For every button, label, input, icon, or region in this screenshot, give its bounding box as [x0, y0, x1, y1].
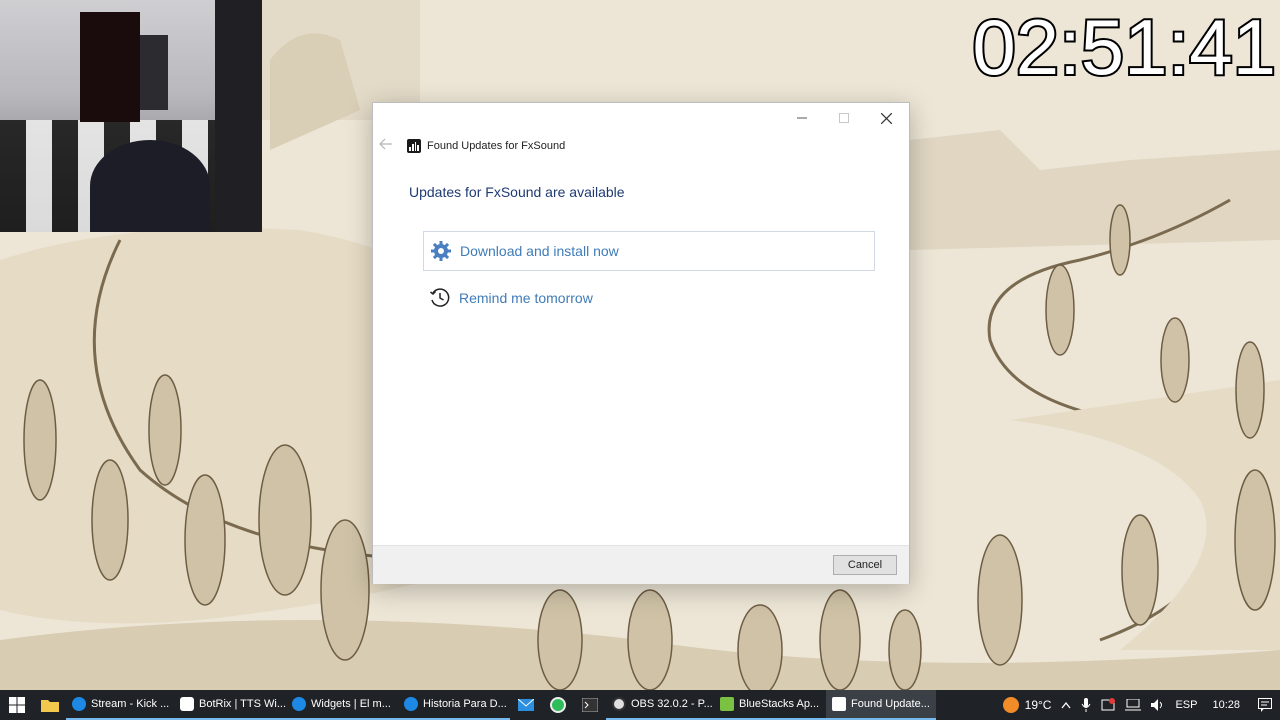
remind-tomorrow-option[interactable]: Remind me tomorrow — [423, 278, 875, 318]
taskbar-app-widgets[interactable]: Widgets | El m... — [286, 690, 398, 720]
dialog-title: Found Updates for FxSound — [427, 140, 566, 152]
taskbar-app-label: Found Update... — [851, 698, 930, 710]
taskbar: Stream - Kick ... BotRix | TTS Wi... Wid… — [0, 690, 1280, 720]
fxsound-icon — [407, 139, 421, 153]
gear-icon — [426, 240, 456, 262]
defender-alert-icon — [1101, 698, 1116, 711]
window-titlebar[interactable] — [373, 103, 909, 135]
system-tray: 19°C ESP 10:28 — [998, 690, 1280, 720]
taskbar-app-stream-kick[interactable]: Stream - Kick ... — [66, 690, 174, 720]
minimize-button[interactable] — [781, 103, 823, 133]
taskbar-app-label: Widgets | El m... — [311, 698, 391, 710]
minimize-icon — [797, 117, 807, 119]
terminal-icon — [582, 698, 598, 712]
taskbar-app-botrix[interactable]: BotRix | TTS Wi... — [174, 690, 286, 720]
start-button[interactable] — [0, 690, 34, 720]
folder-icon — [41, 700, 59, 712]
obs-icon — [612, 697, 626, 711]
maximize-icon — [839, 113, 849, 123]
security-button[interactable] — [1096, 690, 1120, 720]
volume-button[interactable] — [1146, 690, 1170, 720]
taskbar-app-label: Stream - Kick ... — [91, 698, 170, 710]
weather-icon — [1002, 697, 1019, 713]
notification-icon — [1258, 698, 1272, 712]
taskbar-app-obs[interactable]: OBS 32.0.2 - P... — [606, 690, 714, 720]
chrome-icon — [550, 697, 566, 713]
weather-temperature: 19°C — [1024, 698, 1052, 712]
action-center-button[interactable] — [1250, 690, 1280, 720]
windows-logo-icon — [9, 697, 25, 713]
dialog-footer: Cancel — [373, 545, 909, 584]
dialog-title-row: Found Updates for FxSound — [407, 137, 565, 155]
download-install-label: Download and install now — [460, 243, 619, 259]
remind-tomorrow-label: Remind me tomorrow — [459, 290, 593, 306]
chevron-up-icon — [1061, 701, 1071, 709]
taskbar-mail[interactable] — [510, 690, 542, 720]
dialog-heading: Updates for FxSound are available — [409, 184, 625, 200]
taskbar-app-label: Historia Para D... — [423, 698, 507, 710]
cancel-button[interactable]: Cancel — [833, 555, 897, 575]
webcam-overlay — [0, 0, 262, 232]
taskbar-app-fxsound-update[interactable]: Found Update... — [826, 690, 936, 720]
taskbar-app-bluestacks[interactable]: BlueStacks Ap... — [714, 690, 826, 720]
speaker-icon — [1151, 699, 1163, 711]
update-dialog: Found Updates for FxSound Updates for Fx… — [372, 102, 910, 584]
microphone-icon — [1082, 698, 1091, 712]
taskbar-app-historia[interactable]: Historia Para D... — [398, 690, 510, 720]
clock[interactable]: 10:28 — [1202, 690, 1250, 720]
back-button[interactable] — [379, 137, 399, 155]
edge-icon — [72, 697, 86, 711]
back-arrow-icon — [379, 138, 392, 150]
edge-icon — [404, 697, 418, 711]
mail-icon — [518, 699, 534, 711]
botrix-icon — [180, 697, 194, 711]
maximize-button[interactable] — [823, 103, 865, 133]
taskbar-chrome[interactable] — [542, 690, 574, 720]
clock-history-icon — [425, 287, 455, 309]
microphone-button[interactable] — [1076, 690, 1096, 720]
bluestacks-icon — [720, 697, 734, 711]
taskbar-app-label: OBS 32.0.2 - P... — [631, 698, 713, 710]
taskbar-app-label: BotRix | TTS Wi... — [199, 698, 286, 710]
show-hidden-icons-button[interactable] — [1056, 690, 1076, 720]
taskbar-app-label: BlueStacks Ap... — [739, 698, 820, 710]
taskbar-terminal[interactable] — [574, 690, 606, 720]
network-button[interactable] — [1120, 690, 1146, 720]
taskbar-file-explorer[interactable] — [34, 690, 66, 720]
language-indicator[interactable]: ESP — [1170, 690, 1202, 720]
network-icon — [1125, 699, 1142, 711]
stream-timer: 02:51:41 — [970, 3, 1278, 91]
edge-icon — [292, 697, 306, 711]
weather-widget[interactable]: 19°C — [998, 690, 1057, 720]
close-icon — [880, 112, 892, 124]
close-button[interactable] — [865, 103, 907, 133]
fxsound-icon — [832, 697, 846, 711]
download-install-option[interactable]: Download and install now — [423, 231, 875, 271]
